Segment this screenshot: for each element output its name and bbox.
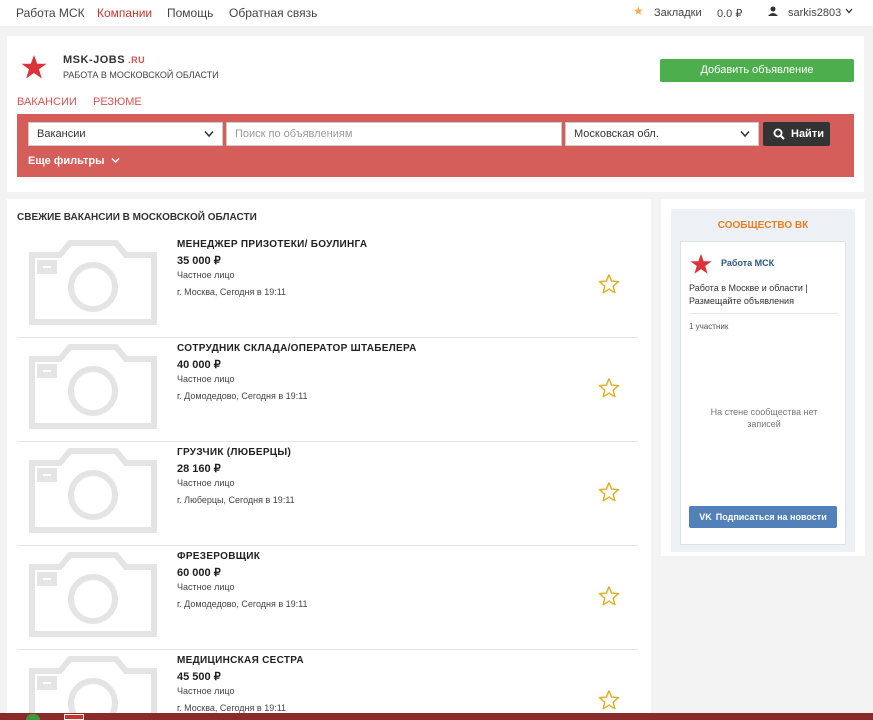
bookmark-star-icon: ★ xyxy=(633,4,644,18)
listing-location-time: г. Москва, Сегодня в 19:11 xyxy=(177,287,287,297)
search-bar: Вакансии Поиск по объявлениям Московская… xyxy=(17,114,854,177)
chevron-down-icon xyxy=(111,157,120,164)
divider xyxy=(689,313,838,314)
logo-subtitle: РАБОТА В МОСКОВСКОЙ ОБЛАСТИ xyxy=(63,70,219,80)
more-filters-link[interactable]: Еще фильтры xyxy=(28,155,120,167)
user-icon xyxy=(768,6,778,16)
listing-seller-type: Частное лицо xyxy=(177,582,235,592)
vk-community-widget: СООБЩЕСТВО ВК Работа МСК Работа в Москве… xyxy=(661,199,865,556)
listing-seller-type: Частное лицо xyxy=(177,686,235,696)
category-select[interactable]: Вакансии xyxy=(28,122,223,146)
listing-price: 40 000 ₽ xyxy=(177,359,221,371)
group-avatar-star-icon[interactable] xyxy=(690,253,712,275)
listings-title: СВЕЖИЕ ВАКАНСИИ В МОСКОВСКОЙ ОБЛАСТИ xyxy=(17,212,257,223)
listing-price: 35 000 ₽ xyxy=(177,255,221,267)
listing-location-time: г. Москва, Сегодня в 19:11 xyxy=(177,703,287,713)
balance: 0.0 ₽ xyxy=(717,8,743,20)
listing-item[interactable]: МЕНЕДЖЕР ПРИЗОТЕКИ/ БОУЛИНГА 35 000 ₽ Част… xyxy=(17,234,638,338)
camera-placeholder-icon[interactable] xyxy=(28,549,158,638)
chevron-down-icon xyxy=(740,131,750,138)
camera-placeholder-icon[interactable] xyxy=(28,653,158,720)
listing-title[interactable]: ГРУЗЧИК (ЛЮБЕРЦЫ) xyxy=(177,447,291,458)
listing-item[interactable]: ГРУЗЧИК (ЛЮБЕРЦЫ) 28 160 ₽ Частное лицо г. … xyxy=(17,442,638,546)
listing-title[interactable]: ФРЕЗЕРОВЩИК xyxy=(177,551,260,562)
camera-placeholder-icon[interactable] xyxy=(28,341,158,430)
region-select[interactable]: Московская обл. xyxy=(565,122,759,146)
listing-item[interactable]: ФРЕЗЕРОВЩИК 60 000 ₽ Частное лицо г. Домоде… xyxy=(17,546,638,650)
favorite-star-icon[interactable] xyxy=(598,481,620,503)
tab-resumes[interactable]: РЕЗЮМЕ xyxy=(93,96,142,108)
listing-location-time: г. Домодедово, Сегодня в 19:11 xyxy=(177,391,308,401)
vk-group-box: Работа МСК Работа в Москве и области | Р… xyxy=(680,241,846,545)
search-icon xyxy=(773,128,785,140)
vk-members-count[interactable]: 1 участник xyxy=(689,322,728,331)
camera-placeholder-icon[interactable] xyxy=(28,445,158,534)
nav-item-help[interactable]: Помощь xyxy=(167,6,213,20)
nav-item-feedback[interactable]: Обратная связь xyxy=(229,6,317,20)
bookmarks-link[interactable]: Закладки xyxy=(654,7,702,19)
listing-item[interactable]: СОТРУДНИК СКЛАДА/ОПЕРАТОР ШТАБЕЛЕРА 40 00… xyxy=(17,338,638,442)
chevron-down-icon xyxy=(204,131,214,138)
listing-price: 28 160 ₽ xyxy=(177,463,221,475)
top-nav: Работа МСК Компании Помощь Обратная связ… xyxy=(0,0,873,26)
listing-location-time: г. Домодедово, Сегодня в 19:11 xyxy=(177,599,308,609)
favorite-star-icon[interactable] xyxy=(598,377,620,399)
logo-star-icon[interactable] xyxy=(21,54,47,80)
vk-empty-wall: На стене сообщества нет записей xyxy=(710,407,818,429)
favorite-star-icon[interactable] xyxy=(598,273,620,295)
nav-item-companies[interactable]: Компании xyxy=(97,6,152,20)
nav-item-rabota-msk[interactable]: Работа МСК xyxy=(16,6,85,20)
vk-icon: VK xyxy=(699,512,712,522)
camera-placeholder-icon[interactable] xyxy=(28,237,158,326)
listing-location-time: г. Люберцы, Сегодня в 19:11 xyxy=(177,495,295,505)
listing-price: 45 500 ₽ xyxy=(177,671,221,683)
taskbar-app-icon[interactable] xyxy=(26,714,40,720)
listings-card: СВЕЖИЕ ВАКАНСИИ В МОСКОВСКОЙ ОБЛАСТИ МЕН… xyxy=(7,199,651,720)
taskbar-app-icon[interactable] xyxy=(64,714,84,720)
username-menu[interactable]: sarkis2803 xyxy=(788,7,841,19)
listing-seller-type: Частное лицо xyxy=(177,374,235,384)
listing-item[interactable]: МЕДИЦИНСКАЯ СЕСТРА 45 500 ₽ Частное лицо г.… xyxy=(17,650,638,720)
listing-seller-type: Частное лицо xyxy=(177,478,235,488)
taskbar xyxy=(0,713,873,720)
tab-vacancies[interactable]: ВАКАНСИИ xyxy=(17,96,77,108)
add-listing-button[interactable]: Добавить объявление xyxy=(660,59,854,82)
vk-subscribe-button[interactable]: VK Подписаться на новости xyxy=(689,506,837,528)
vk-group-description: Работа в Москве и области | Размещайте о… xyxy=(689,283,808,306)
favorite-star-icon[interactable] xyxy=(598,585,620,607)
search-input[interactable]: Поиск по объявлениям xyxy=(226,122,562,146)
listing-title[interactable]: МЕДИЦИНСКАЯ СЕСТРА xyxy=(177,655,304,666)
listing-seller-type: Частное лицо xyxy=(177,270,235,280)
listing-title[interactable]: СОТРУДНИК СКЛАДА/ОПЕРАТОР ШТАБЕЛЕРА xyxy=(177,343,417,354)
chevron-down-icon[interactable] xyxy=(845,7,853,15)
header-card: MSK-JOBS .RU РАБОТА В МОСКОВСКОЙ ОБЛАСТИ … xyxy=(7,36,864,192)
vk-widget-title: СООБЩЕСТВО ВК xyxy=(717,220,809,231)
vk-group-name[interactable]: Работа МСК xyxy=(721,258,774,268)
find-button[interactable]: Найти xyxy=(763,122,830,146)
logo-title[interactable]: MSK-JOBS .RU xyxy=(63,54,145,66)
listing-title[interactable]: МЕНЕДЖЕР ПРИЗОТЕКИ/ БОУЛИНГА xyxy=(177,239,367,250)
listing-price: 60 000 ₽ xyxy=(177,567,221,579)
favorite-star-icon[interactable] xyxy=(598,689,620,711)
